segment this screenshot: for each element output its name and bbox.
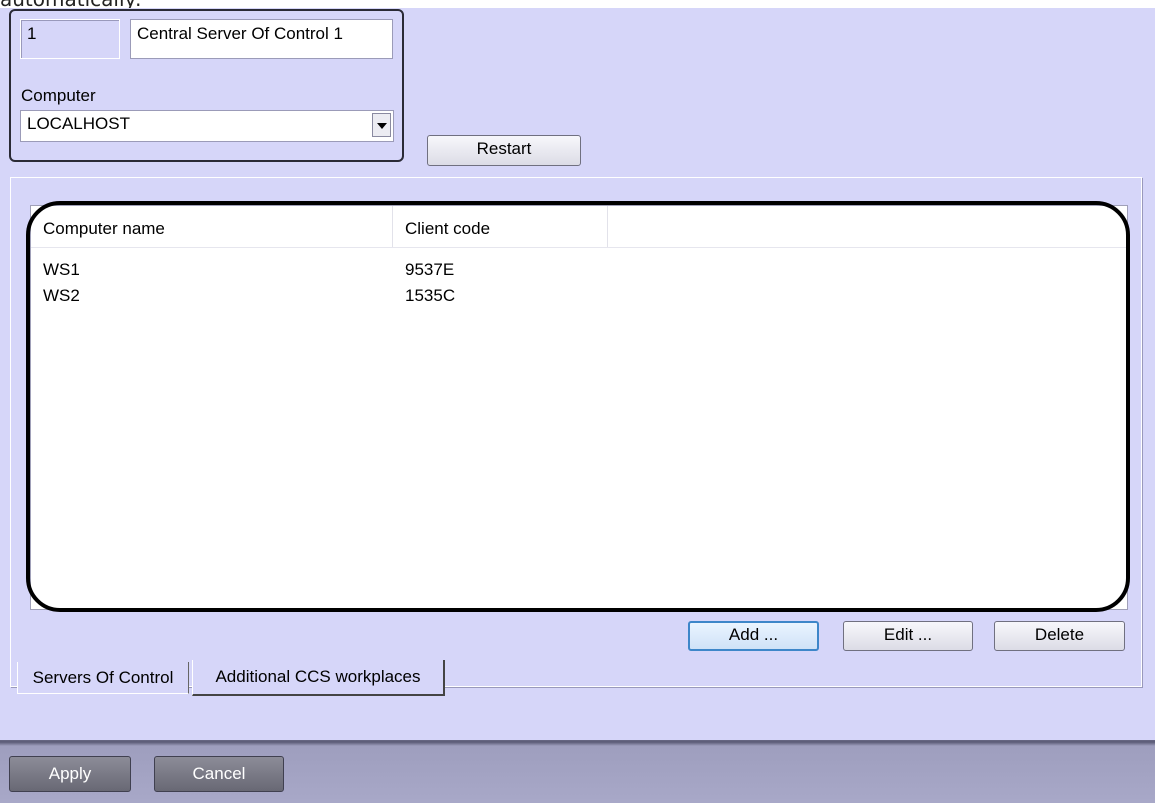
column-header-client-code[interactable]: Client code (393, 206, 608, 247)
table-row[interactable]: WS1 9537E (31, 257, 1127, 283)
computer-combobox[interactable]: LOCALHOST (20, 110, 394, 142)
delete-button[interactable]: Delete (994, 621, 1125, 651)
cancel-button[interactable]: Cancel (154, 756, 284, 792)
cell-client-code: 9537E (405, 260, 455, 279)
cell-client-code: 1535C (405, 286, 456, 305)
tab-additional-ccs-workplaces[interactable]: Additional CCS workplaces (192, 660, 445, 696)
server-id-field[interactable]: 1 (20, 19, 120, 59)
workplaces-listview[interactable]: Computer name Client code WS1 9537E WS2 … (30, 205, 1128, 610)
computer-label: Computer (21, 86, 96, 105)
add-button[interactable]: Add ... (688, 621, 819, 651)
computer-combobox-value: LOCALHOST (27, 114, 130, 133)
apply-button[interactable]: Apply (9, 756, 131, 792)
restart-button[interactable]: Restart (427, 135, 581, 166)
listview-header: Computer name Client code (31, 206, 1127, 248)
column-header-computer-name[interactable]: Computer name (31, 206, 393, 247)
chevron-down-icon[interactable] (372, 113, 391, 137)
edit-button[interactable]: Edit ... (843, 621, 973, 651)
server-group-box: 1 Central Server Of Control 1 Computer L… (9, 9, 404, 162)
tab-servers-of-control[interactable]: Servers Of Control (17, 662, 189, 694)
cell-computer-name: WS2 (43, 286, 80, 305)
table-row[interactable]: WS2 1535C (31, 283, 1127, 309)
cell-computer-name: WS1 (43, 260, 80, 279)
server-name-field[interactable]: Central Server Of Control 1 (130, 19, 393, 59)
